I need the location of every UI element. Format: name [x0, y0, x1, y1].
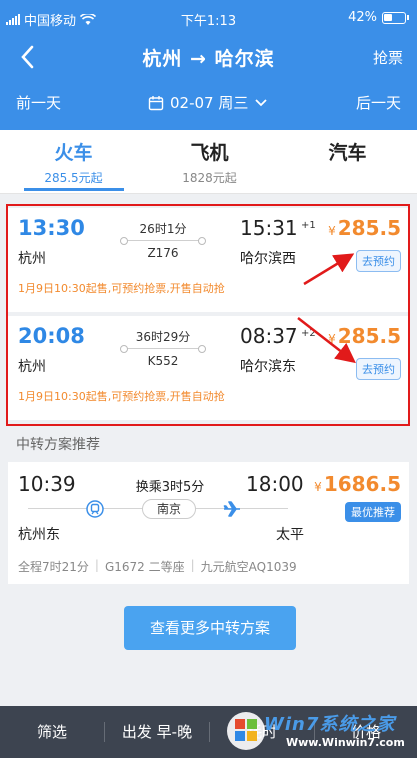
- plane-icon: [223, 501, 240, 517]
- arrow: [303, 253, 355, 286]
- transfer-city: 南京: [142, 499, 196, 519]
- best-badge: 最优推荐: [345, 502, 401, 522]
- arrow: [297, 317, 356, 364]
- departure-station: 杭州东: [18, 527, 60, 543]
- sort-departure-button[interactable]: 出发 早-晚: [105, 706, 209, 758]
- transfer-duration: 换乘3时5分: [135, 480, 205, 495]
- arrival-station: 太平: [276, 527, 304, 543]
- watermark-url: Www.Winwin7.com: [286, 736, 405, 749]
- transfer-detail: 全程7时21分 | G1672 二等座 | 九元航空AQ1039: [18, 558, 297, 574]
- watermark-text: Win7系统之家: [264, 714, 396, 735]
- train-icon: [86, 500, 104, 518]
- more-transfers-button[interactable]: 查看更多中转方案: [124, 606, 296, 650]
- transfer-card[interactable]: 10:39 换乘3时5分 18:00 南京 杭州东 太平 ¥1686.5 最优推…: [8, 462, 409, 584]
- arrival-time: 18:00: [246, 472, 304, 496]
- section-title: 中转方案推荐: [16, 437, 100, 453]
- filter-button[interactable]: 筛选: [0, 706, 104, 758]
- price: ¥1686.5: [314, 472, 401, 496]
- departure-time: 10:39: [18, 472, 76, 496]
